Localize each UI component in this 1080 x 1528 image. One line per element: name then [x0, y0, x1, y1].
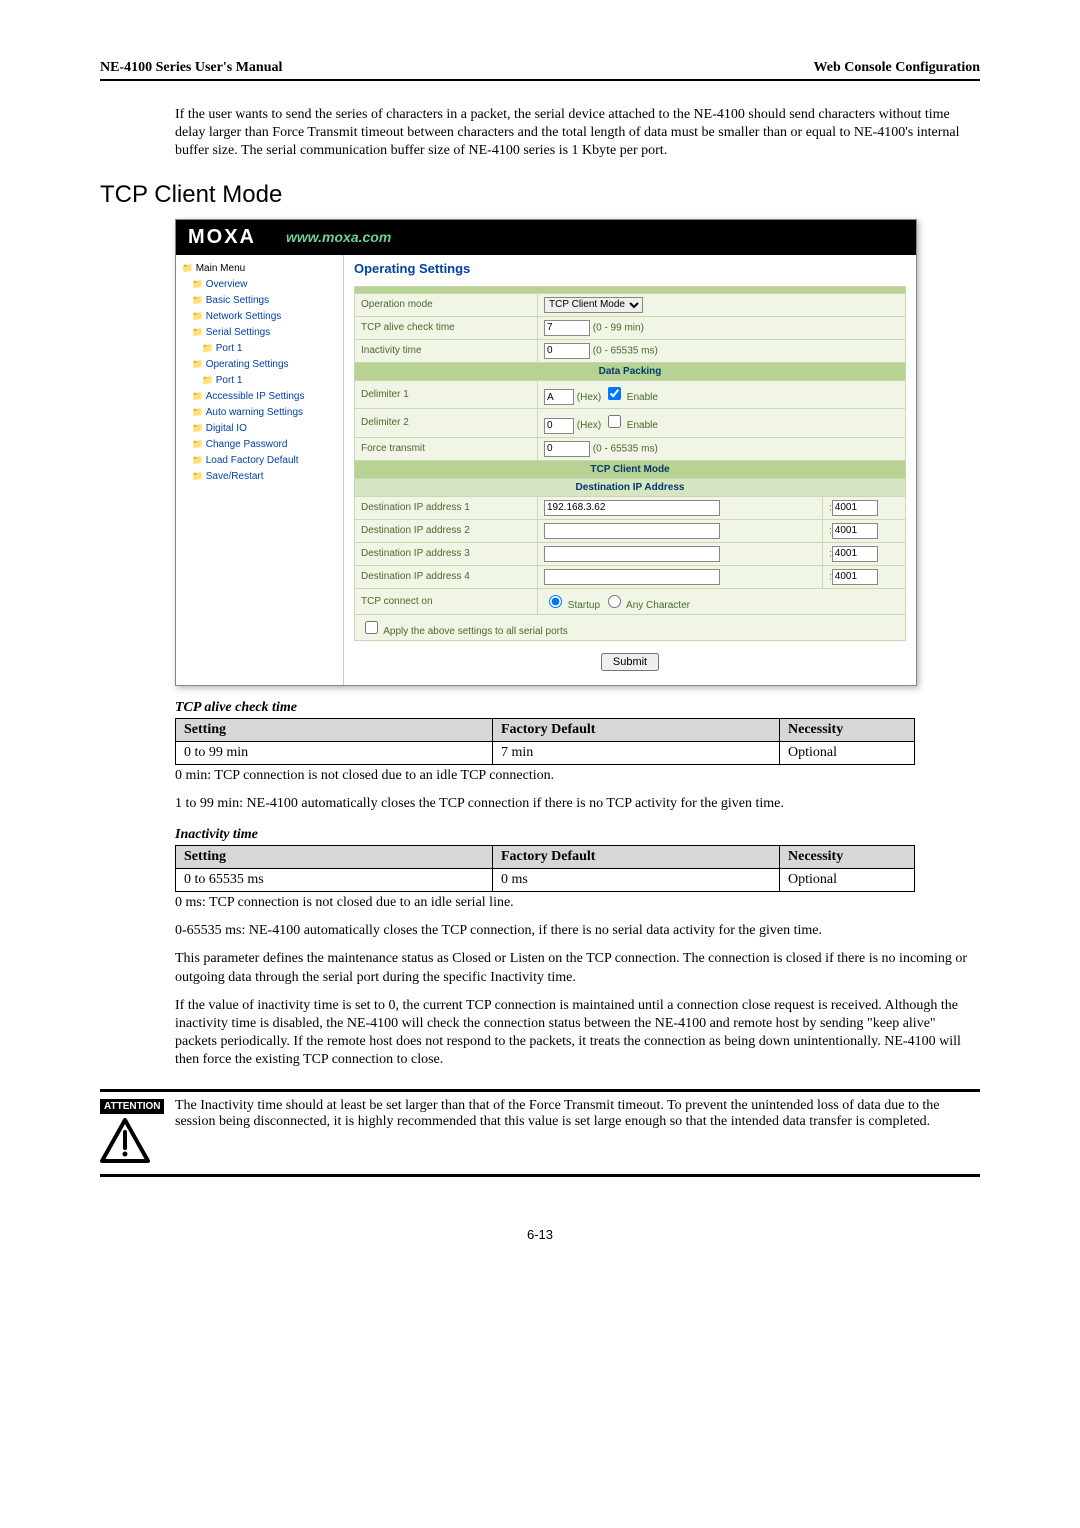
t1-note1: 0 min: TCP connection is not closed due … — [175, 767, 980, 785]
t2-note1: 0 ms: TCP connection is not closed due t… — [175, 894, 980, 912]
delim1-enable-checkbox[interactable] — [608, 387, 621, 400]
alive-input[interactable] — [544, 320, 590, 336]
tree-main-menu[interactable]: Main Menu — [182, 261, 337, 277]
page-header: NE-4100 Series User's Manual Web Console… — [100, 60, 980, 81]
dest2-port-input[interactable] — [832, 523, 878, 539]
tree-item[interactable]: Auto warning Settings — [192, 405, 337, 421]
tcp-connect-label: TCP connect on — [355, 588, 538, 614]
dest1-label: Destination IP address 1 — [355, 496, 538, 519]
t2-note2: 0-65535 ms: NE-4100 automatically closes… — [175, 922, 980, 940]
tree-item[interactable]: Port 1 — [202, 373, 337, 389]
inact-input[interactable] — [544, 343, 590, 359]
t1-table: Setting Factory Default Necessity 0 to 9… — [175, 718, 915, 765]
settings-panel: Operating Settings Operation mode TCP Cl… — [344, 255, 916, 685]
tree-item[interactable]: Load Factory Default — [192, 453, 337, 469]
tree-item[interactable]: Network Settings — [192, 309, 337, 325]
dest-ip-header: Destination IP Address — [355, 478, 906, 496]
delim2-input[interactable] — [544, 418, 574, 434]
dest4-input[interactable] — [544, 569, 720, 585]
dest3-label: Destination IP address 3 — [355, 542, 538, 565]
th-setting: Setting — [176, 718, 493, 741]
th-necessity: Necessity — [780, 718, 915, 741]
tree-item[interactable]: Port 1 — [202, 341, 337, 357]
nav-tree: Main Menu Overview Basic Settings Networ… — [176, 255, 344, 685]
tree-item[interactable]: Accessible IP Settings — [192, 389, 337, 405]
delim2-enable-checkbox[interactable] — [608, 415, 621, 428]
delim2-label: Delimiter 2 — [355, 409, 538, 438]
tcp-connect-startup-radio[interactable] — [549, 595, 562, 608]
brand-logo: MOXA — [188, 226, 256, 249]
t2-caption: Inactivity time — [175, 827, 980, 843]
inact-label: Inactivity time — [355, 339, 538, 362]
dest4-label: Destination IP address 4 — [355, 565, 538, 588]
section-heading: TCP Client Mode — [100, 181, 980, 209]
dest2-input[interactable] — [544, 523, 720, 539]
data-packing-header: Data Packing — [355, 362, 906, 380]
dest3-input[interactable] — [544, 546, 720, 562]
attention-text: The Inactivity time should at least be s… — [175, 1098, 980, 1168]
page-number: 6-13 — [100, 1227, 980, 1242]
intro-paragraph: If the user wants to send the series of … — [175, 106, 980, 161]
tree-item[interactable]: Basic Settings — [192, 293, 337, 309]
web-console-screenshot: MOXA www.moxa.com Main Menu Overview Bas… — [175, 219, 917, 686]
th-factory: Factory Default — [493, 845, 780, 868]
warning-icon — [100, 1118, 150, 1163]
header-right: Web Console Configuration — [814, 60, 980, 76]
port-header — [355, 286, 906, 293]
dest1-port-input[interactable] — [832, 500, 878, 516]
table-row: 0 to 99 min 7 min Optional — [176, 741, 915, 764]
dest2-label: Destination IP address 2 — [355, 519, 538, 542]
alive-label: TCP alive check time — [355, 316, 538, 339]
force-label: Force transmit — [355, 437, 538, 460]
tcp-connect-anychar-radio[interactable] — [608, 595, 621, 608]
tree-item[interactable]: Operating Settings — [192, 357, 337, 373]
th-setting: Setting — [176, 845, 493, 868]
delim1-label: Delimiter 1 — [355, 380, 538, 409]
brand-url: www.moxa.com — [286, 229, 391, 245]
tcp-client-mode-header: TCP Client Mode — [355, 460, 906, 478]
op-mode-label: Operation mode — [355, 293, 538, 316]
tree-item[interactable]: Serial Settings — [192, 325, 337, 341]
t2-table: Setting Factory Default Necessity 0 to 6… — [175, 845, 915, 892]
console-banner: MOXA www.moxa.com — [176, 220, 916, 255]
dest3-port-input[interactable] — [832, 546, 878, 562]
th-factory: Factory Default — [493, 718, 780, 741]
tree-item[interactable]: Save/Restart — [192, 469, 337, 485]
header-left: NE-4100 Series User's Manual — [100, 60, 282, 76]
op-mode-select[interactable]: TCP Client Mode — [544, 297, 643, 313]
th-necessity: Necessity — [780, 845, 915, 868]
t2-note4: If the value of inactivity time is set t… — [175, 997, 980, 1070]
panel-title: Operating Settings — [354, 261, 906, 276]
t2-note3: This parameter defines the maintenance s… — [175, 950, 980, 986]
delim1-input[interactable] — [544, 389, 574, 405]
t1-note2: 1 to 99 min: NE-4100 automatically close… — [175, 795, 980, 813]
submit-button[interactable] — [601, 653, 659, 671]
attention-block: ATTENTION The Inactivity time should at … — [100, 1089, 980, 1177]
dest4-port-input[interactable] — [832, 569, 878, 585]
settings-form: Operation mode TCP Client Mode TCP alive… — [354, 286, 906, 641]
tree-item[interactable]: Overview — [192, 277, 337, 293]
tree-item[interactable]: Digital IO — [192, 421, 337, 437]
dest1-input[interactable] — [544, 500, 720, 516]
table-row: 0 to 65535 ms 0 ms Optional — [176, 868, 915, 891]
apply-all-checkbox[interactable] — [365, 621, 378, 634]
t1-caption: TCP alive check time — [175, 700, 980, 716]
tree-item[interactable]: Change Password — [192, 437, 337, 453]
force-input[interactable] — [544, 441, 590, 457]
attention-label: ATTENTION — [100, 1099, 164, 1114]
